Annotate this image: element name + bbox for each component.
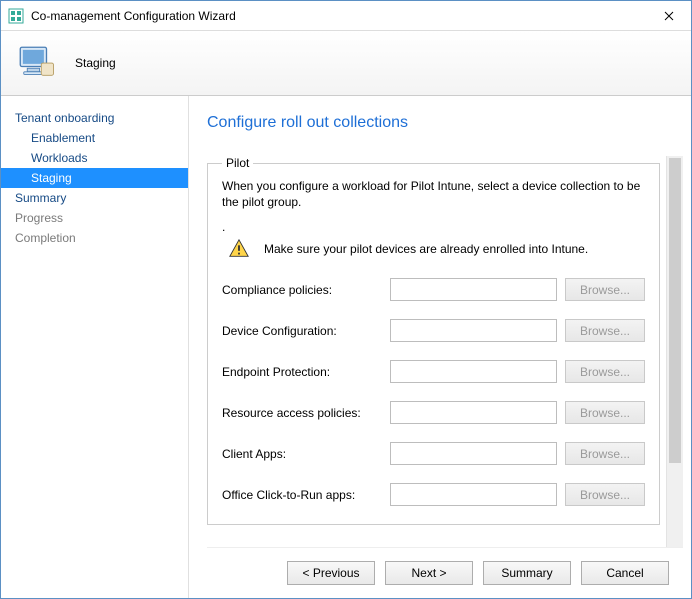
nav-item-enablement[interactable]: Enablement	[1, 128, 188, 148]
browse-button[interactable]: Browse...	[565, 360, 645, 383]
scrollbar-thumb[interactable]	[669, 158, 681, 463]
workload-collection-input[interactable]	[390, 319, 557, 342]
page-title: Configure roll out collections	[207, 114, 683, 132]
workload-label: Device Configuration:	[222, 324, 382, 338]
groupbox-legend: Pilot	[222, 156, 253, 170]
wizard-window: Co-management Configuration Wizard Stagi…	[0, 0, 692, 599]
workload-collection-input[interactable]	[390, 483, 557, 506]
workload-collection-input[interactable]	[390, 278, 557, 301]
separator-dot: .	[222, 220, 645, 234]
summary-button[interactable]: Summary	[483, 561, 571, 585]
nav-item-workloads[interactable]: Workloads	[1, 148, 188, 168]
workload-label: Endpoint Protection:	[222, 365, 382, 379]
nav-item-completion[interactable]: Completion	[1, 228, 188, 248]
workload-row: Client Apps: Browse...	[222, 442, 645, 465]
next-button[interactable]: Next >	[385, 561, 473, 585]
window-title: Co-management Configuration Wizard	[31, 9, 646, 23]
computer-icon	[15, 42, 57, 84]
nav-item-summary[interactable]: Summary	[1, 188, 188, 208]
pilot-description: When you configure a workload for Pilot …	[222, 178, 645, 210]
titlebar: Co-management Configuration Wizard	[1, 1, 691, 31]
vertical-scrollbar[interactable]	[666, 156, 683, 547]
workload-label: Client Apps:	[222, 447, 382, 461]
workload-label: Compliance policies:	[222, 283, 382, 297]
cancel-button[interactable]: Cancel	[581, 561, 669, 585]
workload-row: Endpoint Protection: Browse...	[222, 360, 645, 383]
nav-item-staging[interactable]: Staging	[1, 168, 188, 188]
workload-row: Compliance policies: Browse...	[222, 278, 645, 301]
close-button[interactable]	[646, 1, 691, 30]
wizard-stage-title: Staging	[75, 56, 116, 70]
browse-button[interactable]: Browse...	[565, 483, 645, 506]
wizard-header: Staging	[1, 31, 691, 96]
warning-text: Make sure your pilot devices are already…	[264, 242, 588, 256]
nav-item-tenant-onboarding[interactable]: Tenant onboarding	[1, 108, 188, 128]
browse-button[interactable]: Browse...	[565, 442, 645, 465]
workload-row: Device Configuration: Browse...	[222, 319, 645, 342]
pilot-groupbox: Pilot When you configure a workload for …	[207, 156, 660, 525]
warning-icon	[228, 238, 250, 260]
workload-label: Office Click-to-Run apps:	[222, 488, 382, 502]
workload-row: Resource access policies: Browse...	[222, 401, 645, 424]
wizard-footer: < Previous Next > Summary Cancel	[207, 548, 683, 598]
browse-button[interactable]: Browse...	[565, 319, 645, 342]
browse-button[interactable]: Browse...	[565, 401, 645, 424]
workload-collection-input[interactable]	[390, 442, 557, 465]
nav-item-progress[interactable]: Progress	[1, 208, 188, 228]
workload-row: Office Click-to-Run apps: Browse...	[222, 483, 645, 506]
workload-label: Resource access policies:	[222, 406, 382, 420]
browse-button[interactable]: Browse...	[565, 278, 645, 301]
previous-button[interactable]: < Previous	[287, 561, 375, 585]
app-icon	[8, 8, 24, 24]
wizard-nav: Tenant onboardingEnablementWorkloadsStag…	[1, 96, 189, 598]
workload-collection-input[interactable]	[390, 401, 557, 424]
workload-collection-input[interactable]	[390, 360, 557, 383]
